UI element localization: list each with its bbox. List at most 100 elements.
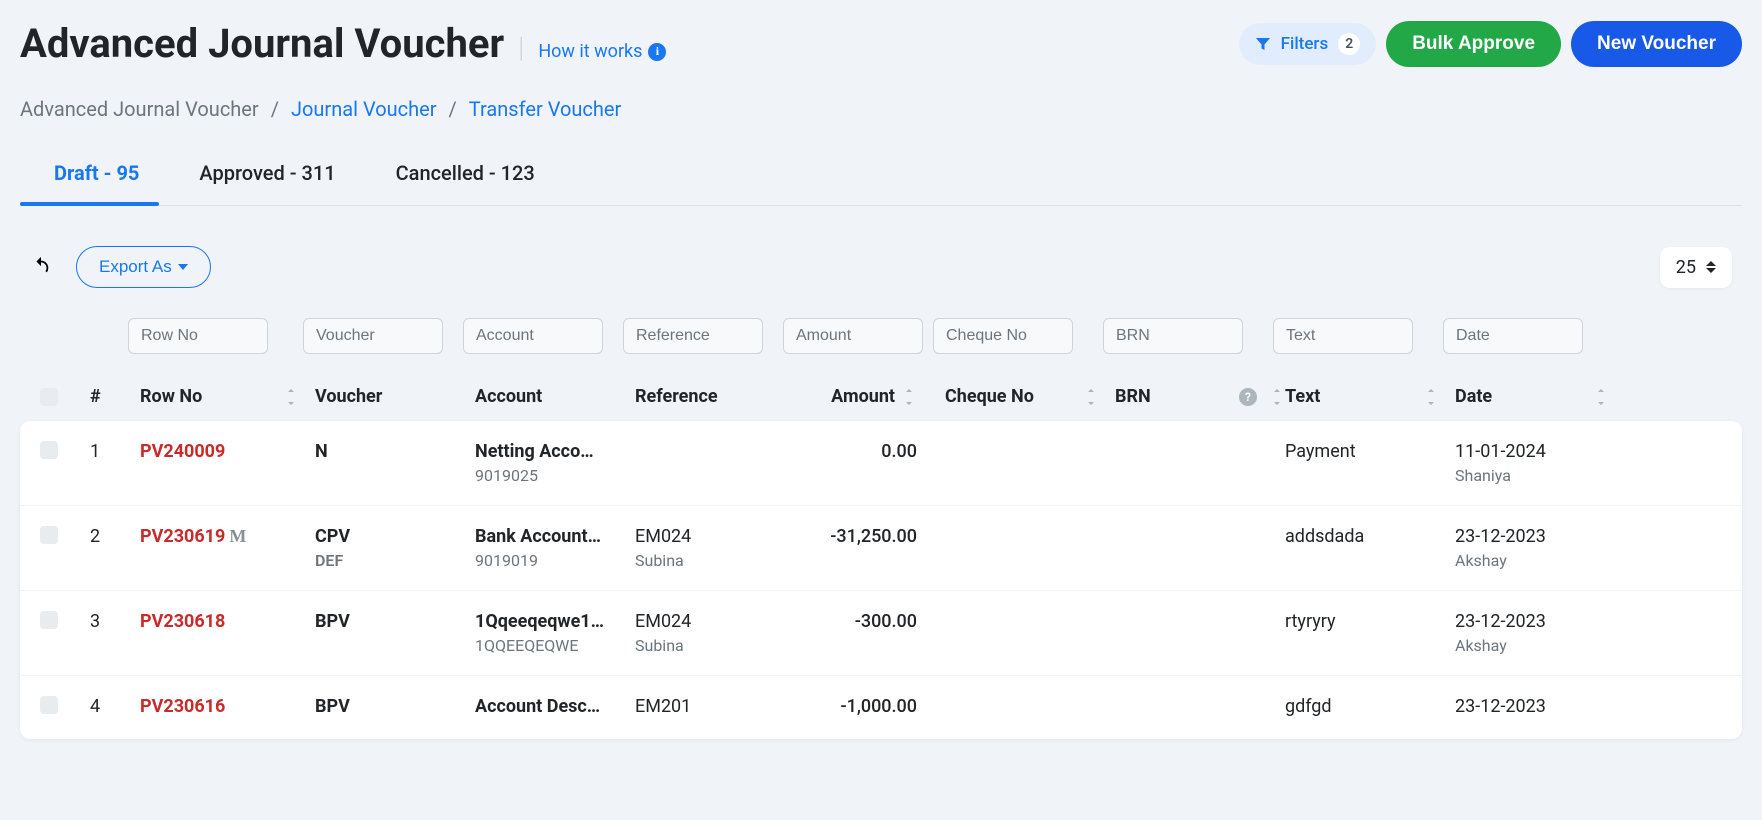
cell-reference: EM201 [635,696,795,717]
sort-icon [1269,389,1285,405]
col-reference: Reference [635,386,795,407]
col-amount[interactable]: Amount [795,386,945,407]
how-it-works-link[interactable]: How it works i [538,41,666,62]
export-label: Export As [99,257,172,277]
sort-icon [901,389,917,405]
breadcrumb-transfer-voucher[interactable]: Transfer Voucher [469,97,621,121]
cell-text: rtyryry [1285,611,1455,632]
col-text[interactable]: Text [1285,386,1455,407]
row-checkbox[interactable] [40,611,58,629]
cell-amount: -1,000.00 [795,696,945,717]
cell-date: 11-01-2024 Shaniya [1455,441,1625,485]
col-text-label: Text [1285,386,1320,407]
tab-cancelled[interactable]: Cancelled - 123 [396,161,535,205]
cell-date: 23-12-2023 [1455,696,1625,717]
page-size-select[interactable]: 25 [1660,247,1732,288]
cell-reference: EM024 Subina [635,526,795,570]
col-row-no-label: Row No [140,386,202,407]
filters-label: Filters [1281,34,1329,54]
filter-voucher[interactable] [303,318,443,354]
filter-row-no[interactable] [128,318,268,354]
cell-amount: -300.00 [795,611,945,632]
filter-reference[interactable] [623,318,763,354]
title-separator: | [518,31,524,64]
cell-voucher: BPV [315,696,475,717]
breadcrumb-current: Advanced Journal Voucher [20,97,259,121]
refresh-icon[interactable] [30,256,52,278]
col-hash: # [90,386,140,407]
row-checkbox[interactable] [40,441,58,459]
select-all-checkbox[interactable] [40,388,58,406]
row-checkbox[interactable] [40,696,58,714]
sort-icon [1083,389,1099,405]
cell-idx: 1 [90,441,140,462]
table-row[interactable]: 3 PV230618 BPV 1Qqeeqeqwe1… 1QQEEQEQWE E… [20,591,1742,676]
cell-voucher: CPV DEF [315,526,475,570]
cell-idx: 2 [90,526,140,547]
cell-row-no[interactable]: PV230618 [140,611,315,632]
cell-date: 23-12-2023 Akshay [1455,526,1625,570]
col-cheque-no-label: Cheque No [945,386,1034,407]
col-date-label: Date [1455,386,1492,407]
filter-text[interactable] [1273,318,1413,354]
tab-approved[interactable]: Approved - 311 [199,161,335,205]
col-amount-label: Amount [831,386,895,407]
cell-text: gdfgd [1285,696,1455,717]
cell-row-no[interactable]: PV230616 [140,696,315,717]
table-row[interactable]: 1 PV240009 N Netting Acco… 9019025 0.00 … [20,421,1742,506]
tabs: Draft - 95 Approved - 311 Cancelled - 12… [20,161,1742,206]
table-row[interactable]: 2 PV230619M CPV DEF Bank Account… 901901… [20,506,1742,591]
filter-amount[interactable] [783,318,923,354]
cell-idx: 3 [90,611,140,632]
filter-brn[interactable] [1103,318,1243,354]
breadcrumb-journal-voucher[interactable]: Journal Voucher [291,97,437,121]
col-row-no[interactable]: Row No [140,386,315,407]
cell-amount: 0.00 [795,441,945,462]
cell-date: 23-12-2023 Akshay [1455,611,1625,655]
cell-text: Payment [1285,441,1455,462]
tab-draft[interactable]: Draft - 95 [54,161,139,205]
cell-account: 1Qqeeqeqwe1… 1QQEEQEQWE [475,611,635,655]
updown-icon [1706,261,1716,273]
how-it-works-label: How it works [538,41,642,62]
sort-icon [1423,389,1439,405]
page-size-value: 25 [1676,257,1696,278]
breadcrumb-separator: / [271,97,279,121]
filters-count: 2 [1338,33,1360,55]
cell-reference: EM024 Subina [635,611,795,655]
info-icon: i [648,43,666,61]
col-cheque-no[interactable]: Cheque No [945,386,1115,407]
cell-text: addsdada [1285,526,1455,547]
filter-icon [1255,36,1271,52]
col-brn[interactable]: BRN ? [1115,386,1285,407]
cell-account: Netting Acco… 9019025 [475,441,635,485]
cell-amount: -31,250.00 [795,526,945,547]
cell-voucher: N [315,441,475,462]
filters-button[interactable]: Filters 2 [1239,23,1377,65]
m-badge: M [229,526,246,547]
table-row[interactable]: 4 PV230616 BPV Account Desc… EM201 -1,00… [20,676,1742,739]
cell-row-no[interactable]: PV240009 [140,441,315,462]
col-date[interactable]: Date [1455,386,1625,407]
help-icon[interactable]: ? [1239,388,1257,406]
col-brn-label: BRN [1115,386,1151,407]
caret-down-icon [178,264,188,270]
page-title: Advanced Journal Voucher [20,20,504,67]
cell-account: Bank Account… 9019019 [475,526,635,570]
filter-date[interactable] [1443,318,1583,354]
bulk-approve-button[interactable]: Bulk Approve [1386,21,1561,67]
sort-icon [283,389,299,405]
sort-icon [1593,389,1609,405]
filter-account[interactable] [463,318,603,354]
export-as-button[interactable]: Export As [76,246,211,288]
filter-cheque-no[interactable] [933,318,1073,354]
cell-voucher: BPV [315,611,475,632]
cell-account: Account Desc… [475,696,635,717]
new-voucher-button[interactable]: New Voucher [1571,21,1742,67]
cell-idx: 4 [90,696,140,717]
cell-row-no[interactable]: PV230619M [140,526,315,547]
breadcrumb-separator: / [449,97,457,121]
row-checkbox[interactable] [40,526,58,544]
col-voucher: Voucher [315,386,475,407]
col-account: Account [475,386,635,407]
